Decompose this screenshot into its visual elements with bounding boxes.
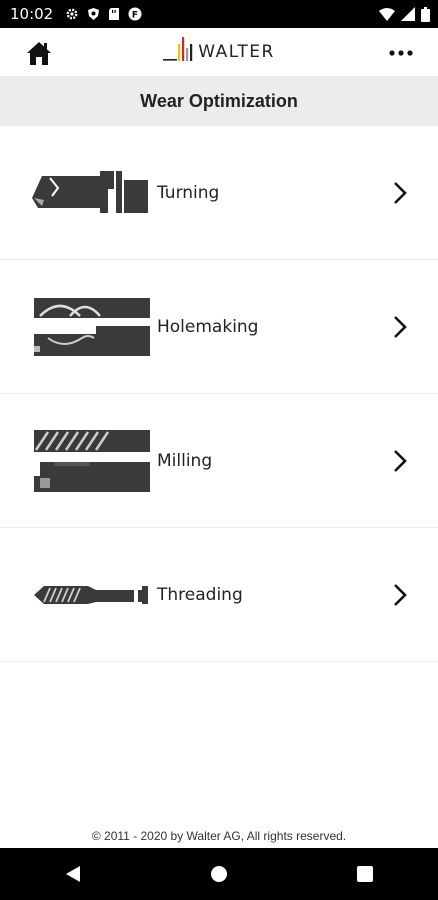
- category-label: Milling: [157, 450, 213, 471]
- category-label: Threading: [157, 584, 243, 605]
- home-nav-button[interactable]: [199, 854, 239, 894]
- threading-tool-image: [34, 585, 148, 604]
- category-list: Turning Holemaking Milling Threading: [0, 126, 438, 662]
- gear-icon: [65, 7, 79, 21]
- more-icon: [389, 50, 413, 56]
- home-icon: [27, 42, 51, 65]
- status-bar: 10:02 F: [0, 0, 438, 28]
- category-item-holemaking[interactable]: Holemaking: [0, 260, 438, 394]
- logo-mark: [163, 37, 193, 61]
- category-label: Turning: [157, 182, 220, 203]
- app-header: WALTER: [0, 28, 438, 76]
- milling-tool-image: [34, 429, 150, 492]
- app-notification-icon: F: [128, 7, 142, 21]
- cell-signal-icon: [401, 7, 415, 21]
- recents-button[interactable]: [345, 854, 385, 894]
- status-time: 10:02: [10, 5, 54, 23]
- back-icon: [66, 866, 80, 882]
- wifi-icon: [379, 7, 395, 21]
- category-label: Holemaking: [157, 316, 259, 337]
- logo-text: WALTER: [198, 42, 275, 62]
- turning-tool-image: [32, 170, 148, 213]
- back-button[interactable]: [53, 854, 93, 894]
- home-circle-icon: [211, 866, 227, 882]
- system-nav-bar: [0, 848, 438, 900]
- chevron-right-icon: [394, 583, 407, 606]
- recents-icon: [357, 866, 373, 882]
- walter-logo: WALTER: [163, 32, 275, 72]
- category-item-turning[interactable]: Turning: [0, 126, 438, 260]
- page-title: Wear Optimization: [140, 90, 298, 111]
- shield-icon: [87, 7, 100, 21]
- svg-text:F: F: [132, 11, 138, 21]
- page-title-bar: Wear Optimization: [0, 76, 438, 126]
- copyright-footer: © 2011 - 2020 by Walter AG, All rights r…: [91, 829, 347, 843]
- chevron-right-icon: [394, 449, 407, 472]
- chevron-right-icon: [394, 315, 407, 338]
- category-item-threading[interactable]: Threading: [0, 528, 438, 662]
- more-options-button[interactable]: [386, 38, 416, 68]
- home-button[interactable]: [24, 38, 54, 68]
- category-item-milling[interactable]: Milling: [0, 394, 438, 528]
- sd-card-icon: [108, 7, 120, 21]
- battery-icon: [421, 6, 430, 22]
- chevron-right-icon: [394, 181, 407, 204]
- holemaking-tool-image: [34, 297, 150, 356]
